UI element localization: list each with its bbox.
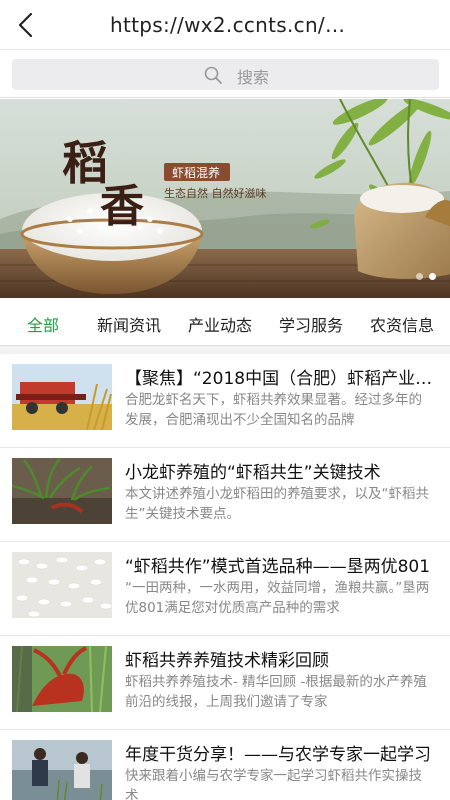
carousel-dot-active[interactable] <box>429 273 436 280</box>
article-item[interactable]: “虾稻共作”模式首选品种——垦两优801 “一田两种，一水两用，效益同增，渔粮共… <box>0 542 450 636</box>
article-thumbnail <box>12 458 112 524</box>
article-thumbnail <box>12 740 112 800</box>
article-summary: 合肥龙虾名天下，虾稻共养效果显著。经过多年的发展，合肥涌现出不少全国知名的品牌 <box>125 392 422 428</box>
tab-agri-info[interactable]: 农资信息 <box>370 312 434 336</box>
banner-slogan: 生态自然 自然好滋味 <box>164 186 267 200</box>
search-bar: 搜索 <box>0 51 450 98</box>
article-title: 虾稻共养养殖技术精彩回顾 <box>125 651 329 671</box>
banner-title-char-2: 香 <box>100 181 144 232</box>
tab-news[interactable]: 新闻资讯 <box>97 312 161 336</box>
tab-learning[interactable]: 学习服务 <box>279 312 343 336</box>
article-summary: 快来跟着小编与农学专家一起学习虾稻共作实操技术 <box>125 768 422 800</box>
page-url: https://wx2.ccnts.cn/… <box>110 13 346 37</box>
article-thumbnail <box>12 364 112 430</box>
article-title: 年度干货分享！——与农学专家一起学习 <box>125 745 431 765</box>
article-title: 小龙虾养殖的“虾稻共生”关键技术 <box>125 463 381 483</box>
section-divider <box>0 346 450 354</box>
search-placeholder: 搜索 <box>237 68 270 87</box>
banner-tag: 虾稻混养 <box>172 165 220 180</box>
banner-image: 稻 香 虾稻混养 生态自然 自然好滋味 <box>0 99 450 298</box>
carousel-indicator <box>416 273 436 280</box>
article-summary: “一田两种，一水两用，效益同增，渔粮共赢。”垦两优801满足您对优质高产品种的需… <box>125 580 430 616</box>
category-tabs: 全部 新闻资讯 产业动态 学习服务 农资信息 <box>0 298 450 346</box>
back-arrow-icon[interactable] <box>12 10 42 40</box>
article-summary: 本文讲述养殖小龙虾稻田的养殖要求，以及“虾稻共生”关键技术要点。 <box>125 486 429 522</box>
tab-industry[interactable]: 产业动态 <box>188 312 252 336</box>
article-title: 【聚焦】“2018中国（合肥）虾稻产业发展论坛” <box>125 369 438 389</box>
article-item[interactable]: 小龙虾养殖的“虾稻共生”关键技术 本文讲述养殖小龙虾稻田的养殖要求，以及“虾稻共… <box>0 448 450 542</box>
article-item[interactable]: 年度干货分享！——与农学专家一起学习 快来跟着小编与农学专家一起学习虾稻共作实操… <box>0 730 450 800</box>
carousel-dot[interactable] <box>416 273 423 280</box>
article-summary: 虾稻共养养殖技术- 精华回顾 -根据最新的水产养殖前沿的线报，上周我们邀请了专家 <box>125 674 427 710</box>
article-title: “虾稻共作”模式首选品种——垦两优801 <box>125 557 431 577</box>
article-item[interactable]: 【聚焦】“2018中国（合肥）虾稻产业发展论坛” 合肥龙虾名天下，虾稻共养效果显… <box>0 354 450 448</box>
search-icon <box>204 66 222 84</box>
tab-all[interactable]: 全部 <box>27 312 59 336</box>
article-thumbnail <box>12 646 112 712</box>
banner-carousel[interactable]: 稻 香 虾稻混养 生态自然 自然好滋味 <box>0 99 450 298</box>
article-item[interactable]: 虾稻共养养殖技术精彩回顾 虾稻共养养殖技术- 精华回顾 -根据最新的水产养殖前沿… <box>0 636 450 730</box>
top-bar: https://wx2.ccnts.cn/… <box>0 0 450 50</box>
article-thumbnail <box>12 552 112 618</box>
search-input[interactable]: 搜索 <box>12 59 439 90</box>
